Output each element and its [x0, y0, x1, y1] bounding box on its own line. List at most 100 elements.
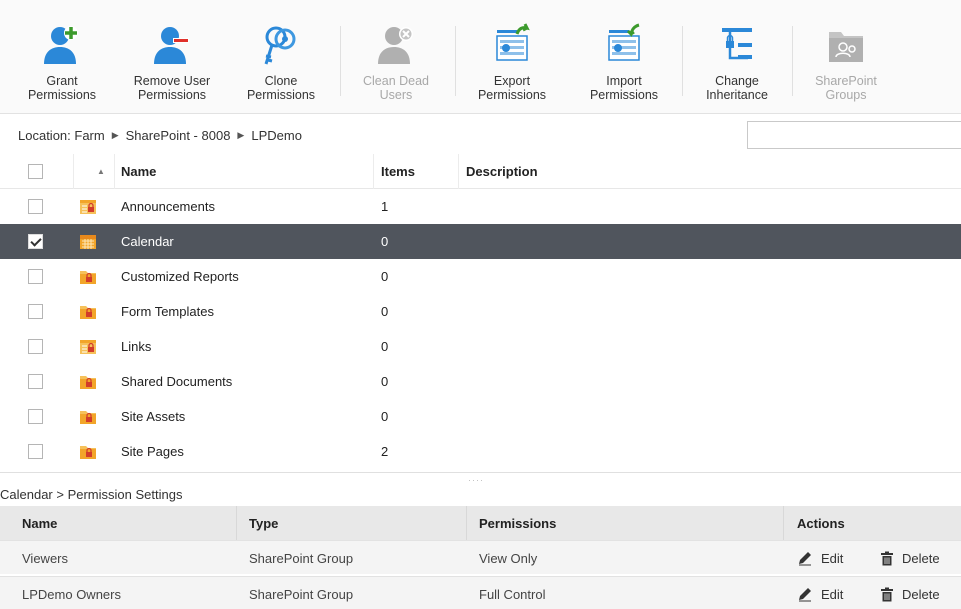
- grid-rows: Announcements 1 Calendar 0 Customized Report…: [0, 189, 961, 469]
- import-permissions-button[interactable]: Import Permissions: [578, 6, 670, 106]
- delete-label: Delete: [902, 586, 940, 602]
- remove-user-permissions-label: Remove User Permissions: [133, 74, 211, 102]
- edit-label: Edit: [821, 586, 844, 602]
- import-permissions-label: Import Permissions: [589, 74, 659, 102]
- permission-row[interactable]: Viewers SharePoint Group View Only Edit Dele…: [0, 540, 961, 574]
- edit-button[interactable]: Edit: [797, 550, 843, 566]
- table-row[interactable]: Form Templates 0: [0, 294, 961, 329]
- edit-button[interactable]: Edit: [797, 586, 843, 602]
- list-name: Customized Reports: [121, 269, 239, 284]
- library-lock-icon: [79, 364, 97, 399]
- row-checkbox[interactable]: [28, 269, 43, 284]
- breadcrumb-item-sharepoint-8008[interactable]: SharePoint - 8008: [126, 128, 231, 143]
- change-inheritance-button[interactable]: Change Inheritance: [692, 6, 782, 106]
- toolbar-separator: [682, 26, 683, 96]
- pencil-icon: [797, 586, 813, 602]
- list-lock-icon: [79, 189, 97, 224]
- list-name: Announcements: [121, 199, 215, 214]
- row-checkbox[interactable]: [28, 304, 43, 319]
- permission-level: View Only: [479, 550, 538, 566]
- list-items-count: 0: [381, 409, 389, 424]
- user-clean-icon: [378, 27, 413, 64]
- toolbar-separator: [340, 26, 341, 96]
- grant-permissions-button[interactable]: Grant Permissions: [18, 6, 106, 106]
- table-row[interactable]: Site Assets 0: [0, 399, 961, 434]
- export-permissions-label: Export Permissions: [477, 74, 547, 102]
- library-lock-icon: [79, 434, 97, 469]
- ribbon-toolbar: Grant Permissions Remove User Permission…: [0, 0, 961, 114]
- search-input[interactable]: [747, 121, 961, 149]
- clean-dead-users-button[interactable]: Clean Dead Users: [350, 6, 442, 106]
- import-icon: [608, 23, 640, 61]
- user-remove-icon: [154, 27, 189, 64]
- select-all-checkbox[interactable]: [28, 164, 43, 179]
- permissions-rows: Viewers SharePoint Group View Only Edit Dele…: [0, 540, 961, 609]
- permission-row[interactable]: LPDemo Owners SharePoint Group Full Contro…: [0, 576, 961, 609]
- row-checkbox[interactable]: [28, 444, 43, 459]
- user-add-icon: [44, 26, 78, 64]
- list-name: Form Templates: [121, 304, 214, 319]
- column-header-name[interactable]: Name: [121, 154, 156, 189]
- trash-icon: [880, 551, 894, 566]
- table-row[interactable]: Site Pages 2: [0, 434, 961, 469]
- sort-ascending-icon[interactable]: ▲: [97, 154, 105, 189]
- sharepoint-groups-icon: [829, 32, 863, 62]
- perm-column-type[interactable]: Type: [249, 506, 278, 540]
- column-header-items[interactable]: Items: [381, 154, 415, 189]
- row-checkbox[interactable]: [28, 199, 43, 214]
- breadcrumb-prefix: Location: Farm: [18, 127, 105, 143]
- table-row[interactable]: Links 0: [0, 329, 961, 364]
- list-items-count: 1: [381, 199, 389, 214]
- export-permissions-button[interactable]: Export Permissions: [466, 6, 558, 106]
- clone-permissions-label: Clone Permissions: [246, 74, 316, 102]
- edit-label: Edit: [821, 550, 844, 566]
- list-items-count: 0: [381, 374, 389, 389]
- export-icon: [496, 23, 530, 61]
- row-checkbox[interactable]: [28, 234, 43, 249]
- permissions-grid: Name Type Permissions Actions Viewers Sha…: [0, 506, 961, 609]
- delete-button[interactable]: Delete: [880, 587, 940, 602]
- trash-icon: [880, 587, 894, 602]
- keys-icon: [264, 26, 296, 65]
- table-row[interactable]: Shared Documents 0: [0, 364, 961, 399]
- delete-button[interactable]: Delete: [880, 551, 940, 566]
- table-row[interactable]: Announcements 1: [0, 189, 961, 224]
- splitter-grip-icon: ····: [468, 475, 484, 485]
- change-inheritance-label: Change Inheritance: [706, 74, 768, 102]
- permission-settings-title: Calendar > Permission Settings: [0, 486, 183, 502]
- clone-permissions-button[interactable]: Clone Permissions: [238, 6, 324, 106]
- row-checkbox[interactable]: [28, 374, 43, 389]
- sharepoint-groups-label: SharePoint Groups: [815, 74, 877, 102]
- list-name: Links: [121, 339, 152, 354]
- grant-permissions-label: Grant Permissions: [27, 74, 97, 102]
- toolbar-separator: [792, 26, 793, 96]
- toolbar-separator: [455, 26, 456, 96]
- inheritance-icon: [722, 28, 752, 60]
- remove-user-permissions-button[interactable]: Remove User Permissions: [124, 6, 220, 106]
- grid-header: ▲ Name Items Description: [0, 154, 961, 189]
- list-name: Site Pages: [121, 444, 184, 459]
- list-items-count: 2: [381, 444, 389, 459]
- perm-column-name[interactable]: Name: [22, 506, 57, 540]
- row-checkbox[interactable]: [28, 409, 43, 424]
- sharepoint-groups-button[interactable]: SharePoint Groups: [800, 6, 892, 106]
- list-name: Calendar: [121, 234, 174, 249]
- table-row[interactable]: Customized Reports 0: [0, 259, 961, 294]
- library-lock-icon: [79, 294, 97, 329]
- perm-column-permissions[interactable]: Permissions: [479, 506, 556, 540]
- library-lock-icon: [79, 259, 97, 294]
- permission-principal-name: Viewers: [22, 550, 69, 566]
- list-lock-icon: [79, 329, 97, 364]
- column-header-description[interactable]: Description: [466, 154, 538, 189]
- panel-splitter[interactable]: ····: [0, 472, 961, 485]
- breadcrumb-item-lpdemo[interactable]: LPDemo: [251, 128, 302, 143]
- row-checkbox[interactable]: [28, 339, 43, 354]
- calendar-list-icon: [79, 224, 97, 259]
- perm-column-actions: Actions: [797, 515, 845, 531]
- list-items-count: 0: [381, 269, 389, 284]
- table-row[interactable]: Calendar 0: [0, 224, 961, 259]
- list-name: Site Assets: [121, 409, 186, 424]
- list-items-count: 0: [381, 339, 389, 354]
- delete-label: Delete: [902, 550, 940, 566]
- permission-principal-type: SharePoint Group: [249, 550, 354, 566]
